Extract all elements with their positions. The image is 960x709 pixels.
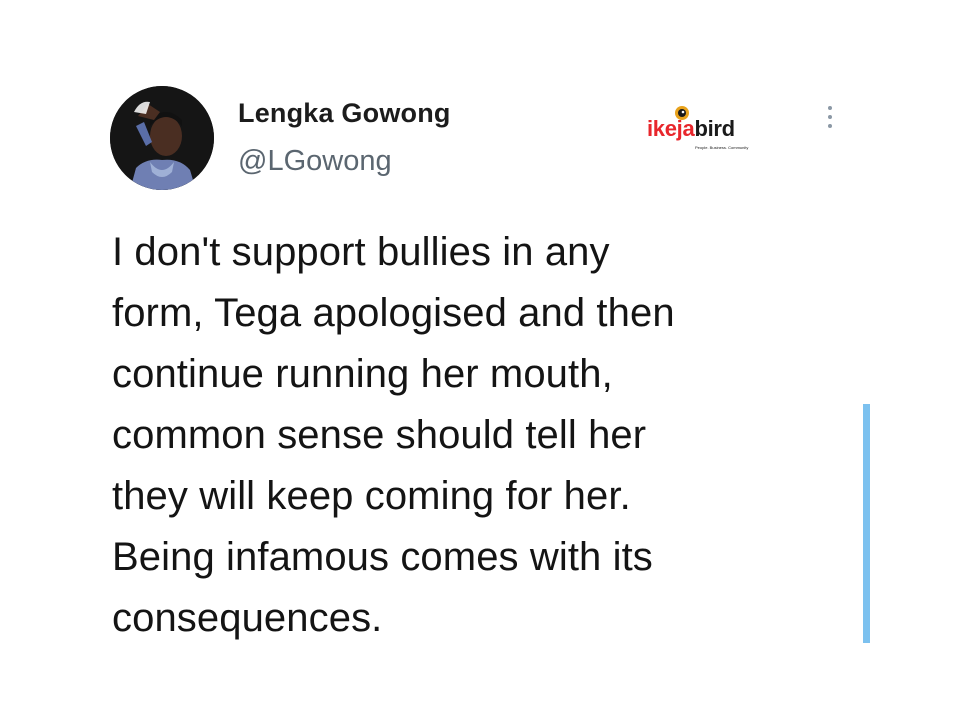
more-vertical-icon-dot	[828, 124, 832, 128]
tweet-line: form, Tega apologised and then	[112, 291, 675, 335]
tweet-line: I don't support bullies in any	[112, 230, 610, 274]
author-handle[interactable]: @LGowong	[238, 145, 392, 178]
tweet-line: Being infamous comes with its	[112, 535, 653, 579]
author-display-name[interactable]: Lengka Gowong	[238, 98, 451, 129]
tweet-line: common sense should tell her	[112, 413, 647, 457]
bird-icon	[675, 106, 689, 120]
watermark-tagline: People. Business. Community	[695, 145, 749, 150]
watermark-brand-black: bird	[694, 116, 735, 141]
tweet-text: I don't support bullies in any form, Teg…	[112, 222, 812, 649]
more-vertical-icon-dot	[828, 115, 832, 119]
more-options-button[interactable]	[818, 100, 842, 134]
tweet-line: continue running her mouth,	[112, 352, 613, 396]
more-vertical-icon	[828, 106, 832, 110]
tweet-line: they will keep coming for her.	[112, 474, 631, 518]
tweet-line: consequences.	[112, 596, 383, 640]
avatar[interactable]	[110, 86, 214, 190]
watermark-logo: ikejabird People. Business. Community	[637, 92, 769, 202]
scroll-indicator[interactable]	[863, 404, 870, 643]
